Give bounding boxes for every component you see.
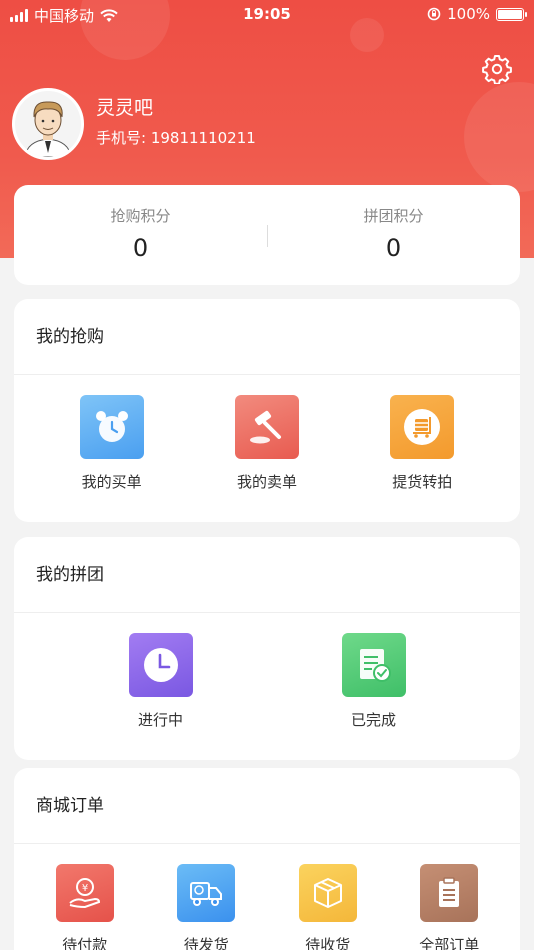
in-progress-button[interactable]: 进行中: [101, 633, 221, 730]
pending-receipt-label: 待收货: [305, 936, 351, 950]
completed-button[interactable]: 已完成: [314, 633, 434, 730]
pending-payment-label: 待付款: [62, 936, 108, 950]
my-sell-orders-label: 我的卖单: [236, 473, 297, 491]
cart-icon: [390, 395, 455, 459]
flash-section-title: 我的抢购: [14, 299, 520, 375]
battery-percent: 100%: [447, 5, 490, 23]
user-name: 灵灵吧: [96, 97, 154, 119]
points-card: 抢购积分 0 拼团积分 0: [14, 185, 520, 285]
package-icon: [298, 864, 357, 922]
avatar-illustration: [15, 91, 81, 157]
completed-label: 已完成: [350, 711, 396, 729]
truck-icon: [177, 864, 236, 922]
group-section: 我的拼团 进行中 已完成: [14, 537, 520, 760]
status-bar: 中国移动 19:05 100%: [0, 0, 534, 28]
group-points-label: 拼团积分: [363, 207, 424, 225]
battery-icon: [496, 7, 527, 21]
decor-bubble: [464, 82, 534, 192]
pickup-resell-label: 提货转拍: [392, 473, 453, 491]
all-orders-label: 全部订单: [419, 936, 480, 950]
user-phone: 手机号: 19811110211: [96, 129, 256, 147]
flash-points-label: 抢购积分: [110, 207, 171, 225]
orientation-lock-icon: [427, 7, 441, 21]
in-progress-label: 进行中: [137, 711, 183, 729]
orders-section-title: 商城订单: [14, 768, 520, 844]
pending-payment-button[interactable]: ¥ 待付款: [30, 864, 140, 950]
clock-icon: [128, 633, 193, 697]
pending-shipment-button[interactable]: 待发货: [151, 864, 261, 950]
group-section-title: 我的拼团: [14, 537, 520, 613]
svg-text:¥: ¥: [82, 883, 88, 894]
pending-receipt-button[interactable]: 待收货: [273, 864, 383, 950]
group-points[interactable]: 拼团积分 0: [267, 185, 520, 285]
clipboard-icon: [420, 864, 479, 922]
flash-points-value: 0: [132, 234, 149, 262]
settings-gear-icon[interactable]: [482, 54, 512, 84]
flash-points[interactable]: 抢购积分 0: [14, 185, 267, 285]
pending-shipment-label: 待发货: [183, 936, 229, 950]
my-buy-orders-button[interactable]: 我的买单: [52, 395, 172, 492]
alarm-clock-icon: [79, 395, 144, 459]
checklist-icon: [341, 633, 406, 697]
group-points-value: 0: [385, 234, 402, 262]
user-avatar[interactable]: [12, 88, 84, 160]
orders-section: 商城订单 ¥ 待付款 待发货 待收货 全部订单: [14, 768, 520, 950]
gavel-icon: [234, 395, 299, 459]
payment-icon: ¥: [55, 864, 114, 922]
all-orders-button[interactable]: 全部订单: [394, 864, 504, 950]
my-sell-orders-button[interactable]: 我的卖单: [207, 395, 327, 492]
my-buy-orders-label: 我的买单: [81, 473, 142, 491]
pickup-resell-button[interactable]: 提货转拍: [362, 395, 482, 492]
flash-section: 我的抢购 我的买单 我的卖单 提货转拍: [14, 299, 520, 522]
